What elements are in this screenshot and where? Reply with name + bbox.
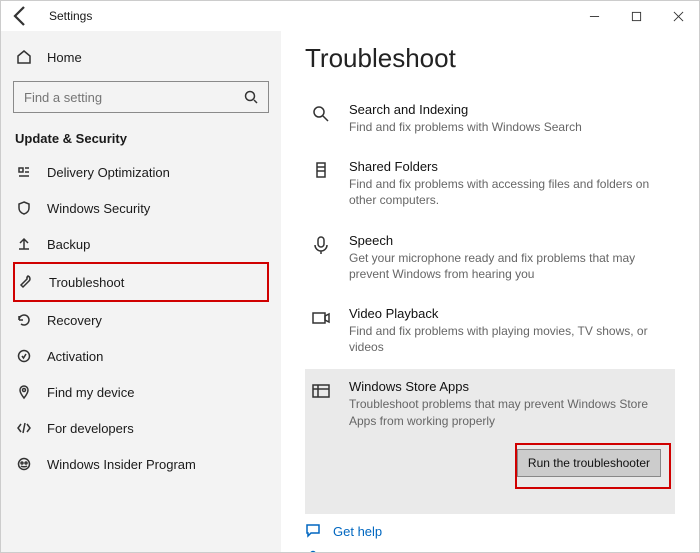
developers-icon (15, 419, 33, 437)
sidebar-item-windows-security[interactable]: Windows Security (13, 190, 269, 226)
sidebar-home-label: Home (47, 50, 82, 65)
sidebar-item-find-my-device[interactable]: Find my device (13, 374, 269, 410)
item-title: Windows Store Apps (349, 379, 671, 394)
recovery-icon (15, 311, 33, 329)
sidebar-item-backup[interactable]: Backup (13, 226, 269, 262)
sidebar-item-label: Find my device (47, 385, 134, 400)
search-box[interactable] (13, 81, 269, 113)
home-icon (15, 48, 33, 66)
item-title: Speech (349, 233, 671, 248)
sidebar-section-title: Update & Security (15, 131, 269, 146)
sidebar-item-label: Windows Insider Program (47, 457, 196, 472)
backup-icon (15, 235, 33, 253)
sidebar-list: Delivery Optimization Windows Security B… (13, 154, 269, 482)
back-button[interactable] (9, 4, 33, 28)
sidebar-item-label: Troubleshoot (49, 275, 124, 290)
location-icon (15, 383, 33, 401)
sidebar-item-label: Delivery Optimization (47, 165, 170, 180)
search-indexing-icon (309, 104, 333, 135)
sidebar-item-label: For developers (47, 421, 134, 436)
close-button[interactable] (657, 1, 699, 31)
item-desc: Troubleshoot problems that may prevent W… (349, 396, 671, 428)
sidebar-item-windows-insider[interactable]: Windows Insider Program (13, 446, 269, 482)
run-troubleshooter-row: Run the troubleshooter (305, 443, 675, 514)
settings-window: Settings Home Update & Security Delivery… (0, 0, 700, 553)
body: Home Update & Security Delivery Optimiza… (1, 31, 699, 552)
item-title: Search and Indexing (349, 102, 671, 117)
feedback-icon (305, 549, 321, 552)
get-help-link[interactable]: Get help (333, 524, 382, 539)
item-desc: Get your microphone ready and fix proble… (349, 250, 671, 282)
window-title: Settings (49, 9, 92, 23)
item-title: Shared Folders (349, 159, 671, 174)
sidebar-item-delivery-optimization[interactable]: Delivery Optimization (13, 154, 269, 190)
troubleshoot-item-windows-store-apps[interactable]: Windows Store Apps Troubleshoot problems… (305, 369, 675, 442)
delivery-optimization-icon (15, 163, 33, 181)
item-title: Video Playback (349, 306, 671, 321)
activation-icon (15, 347, 33, 365)
sidebar-item-label: Activation (47, 349, 103, 364)
item-desc: Find and fix problems with Windows Searc… (349, 119, 671, 135)
titlebar: Settings (1, 1, 699, 31)
troubleshoot-item-shared-folders[interactable]: Shared Folders Find and fix problems wit… (305, 149, 675, 222)
content-scroll[interactable]: Troubleshoot Search and Indexing Find an… (281, 31, 699, 552)
get-help-row: Get help (305, 522, 675, 541)
give-feedback-row: Give feedback (305, 549, 675, 552)
troubleshoot-item-speech[interactable]: Speech Get your microphone ready and fix… (305, 223, 675, 296)
sidebar-item-activation[interactable]: Activation (13, 338, 269, 374)
insider-icon (15, 455, 33, 473)
content: Troubleshoot Search and Indexing Find an… (281, 31, 699, 552)
microphone-icon (309, 235, 333, 282)
run-troubleshooter-highlight: Run the troubleshooter (515, 443, 671, 489)
arrow-left-icon (9, 4, 33, 28)
sidebar-item-label: Backup (47, 237, 90, 252)
maximize-button[interactable] (615, 1, 657, 31)
shield-icon (15, 199, 33, 217)
page-title: Troubleshoot (305, 43, 675, 74)
minimize-button[interactable] (573, 1, 615, 31)
sidebar-item-for-developers[interactable]: For developers (13, 410, 269, 446)
window-controls (573, 1, 699, 31)
chat-icon (305, 522, 321, 541)
give-feedback-link[interactable]: Give feedback (333, 551, 416, 552)
video-icon (309, 308, 333, 355)
search-icon (242, 88, 260, 106)
sidebar-item-label: Recovery (47, 313, 102, 328)
search-input[interactable] (22, 89, 242, 106)
sidebar: Home Update & Security Delivery Optimiza… (1, 31, 281, 552)
sidebar-item-label: Windows Security (47, 201, 150, 216)
item-desc: Find and fix problems with playing movie… (349, 323, 671, 355)
sidebar-item-recovery[interactable]: Recovery (13, 302, 269, 338)
sidebar-item-troubleshoot[interactable]: Troubleshoot (13, 262, 269, 302)
troubleshoot-item-search-indexing[interactable]: Search and Indexing Find and fix problem… (305, 92, 675, 149)
item-desc: Find and fix problems with accessing fil… (349, 176, 671, 208)
store-apps-icon (309, 381, 333, 428)
shared-folders-icon (309, 161, 333, 208)
sidebar-home[interactable]: Home (13, 39, 269, 75)
wrench-icon (17, 273, 35, 291)
troubleshoot-item-video-playback[interactable]: Video Playback Find and fix problems wit… (305, 296, 675, 369)
run-troubleshooter-button[interactable]: Run the troubleshooter (517, 449, 661, 477)
